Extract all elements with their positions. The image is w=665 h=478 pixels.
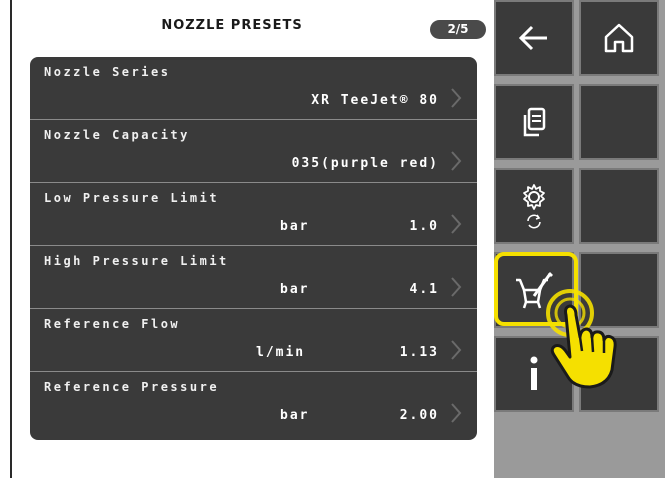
- chevron-right-icon: [449, 402, 463, 424]
- nozzle-edit-button[interactable]: [494, 252, 574, 328]
- right-nav: [494, 0, 665, 478]
- setting-label: Nozzle Series: [44, 65, 171, 79]
- copy-button[interactable]: [494, 84, 574, 160]
- page-title: NOZZLE PRESETS: [161, 18, 303, 33]
- settings-list: Nozzle Series XR TeeJet® 80 Nozzle Capac…: [30, 57, 477, 440]
- empty-slot: [579, 84, 659, 160]
- setting-nozzle-series[interactable]: Nozzle Series XR TeeJet® 80: [30, 57, 477, 119]
- setting-value: 035(purple red): [291, 156, 439, 171]
- setting-low-pressure-limit[interactable]: Low Pressure Limit bar 1.0: [30, 183, 477, 245]
- setting-label: High Pressure Limit: [44, 254, 229, 268]
- settings-sync-icon: [523, 184, 545, 229]
- page-indicator[interactable]: 2/5: [430, 20, 486, 39]
- setting-unit: l/min: [256, 345, 306, 360]
- copy-icon: [523, 107, 546, 137]
- setting-unit: bar: [280, 219, 310, 234]
- chevron-right-icon: [449, 276, 463, 298]
- setting-label: Reference Pressure: [44, 380, 220, 394]
- chevron-right-icon: [449, 339, 463, 361]
- setting-label: Low Pressure Limit: [44, 191, 220, 205]
- settings-sync-button[interactable]: [494, 168, 574, 244]
- setting-high-pressure-limit[interactable]: High Pressure Limit bar 4.1: [30, 246, 477, 308]
- setting-value: 1.0: [409, 219, 439, 234]
- setting-label: Reference Flow: [44, 317, 181, 331]
- nozzle-edit-icon: [516, 272, 553, 309]
- setting-nozzle-capacity[interactable]: Nozzle Capacity 035(purple red): [30, 120, 477, 182]
- setting-reference-flow[interactable]: Reference Flow l/min 1.13: [30, 309, 477, 371]
- chevron-right-icon: [449, 150, 463, 172]
- back-arrow-icon: [518, 25, 547, 51]
- empty-slot: [579, 252, 659, 328]
- setting-value: 4.1: [409, 282, 439, 297]
- back-button[interactable]: [494, 0, 574, 76]
- chevron-right-icon: [449, 213, 463, 235]
- header: NOZZLE PRESETS 2/5: [12, 14, 486, 44]
- setting-value: 1.13: [399, 345, 439, 360]
- info-button[interactable]: [494, 336, 574, 412]
- setting-value: 2.00: [399, 408, 439, 423]
- home-icon: [604, 23, 634, 53]
- info-icon: [530, 356, 538, 390]
- setting-unit: bar: [280, 282, 310, 297]
- empty-slot: [579, 168, 659, 244]
- setting-value: XR TeeJet® 80: [311, 93, 439, 108]
- setting-label: Nozzle Capacity: [44, 128, 190, 142]
- empty-slot: [579, 336, 659, 412]
- setting-unit: bar: [280, 408, 310, 423]
- setting-reference-pressure[interactable]: Reference Pressure bar 2.00: [30, 372, 477, 434]
- home-button[interactable]: [579, 0, 659, 76]
- chevron-right-icon: [449, 87, 463, 109]
